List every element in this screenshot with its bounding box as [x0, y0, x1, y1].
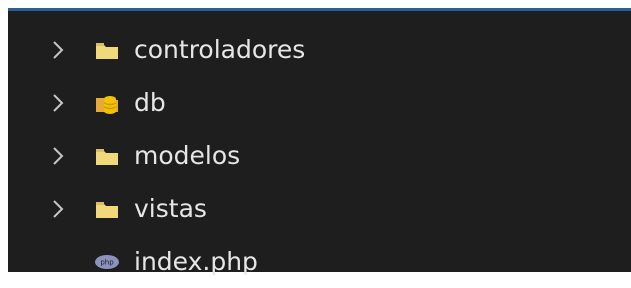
tree-item-modelos[interactable]: modelos — [8, 129, 631, 182]
svg-text:php: php — [100, 258, 114, 266]
folder-icon — [93, 142, 121, 170]
explorer-panel: controladores db modelos vistas php inde… — [8, 8, 631, 274]
chevron-right-icon[interactable] — [48, 36, 68, 64]
tree-item-controladores[interactable]: controladores — [8, 23, 631, 76]
tree-item-label: db — [134, 88, 166, 117]
tree-item-db[interactable]: db — [8, 76, 631, 129]
folder-icon — [93, 195, 121, 223]
tree-item-vistas[interactable]: vistas — [8, 182, 631, 235]
folder-icon — [93, 36, 121, 64]
chevron-right-icon[interactable] — [48, 195, 68, 223]
tree-item-label: vistas — [134, 194, 207, 223]
file-explorer: controladores db modelos vistas php inde… — [0, 0, 631, 279]
tree-item-index-php[interactable]: php index.php — [8, 235, 631, 288]
php-file-icon: php — [93, 248, 121, 276]
folder-tree: controladores db modelos vistas php inde… — [8, 23, 631, 288]
tree-item-label: index.php — [134, 247, 258, 276]
tree-item-label: modelos — [134, 141, 241, 170]
tree-item-label: controladores — [134, 35, 306, 64]
database-folder-icon — [93, 89, 121, 117]
chevron-right-icon[interactable] — [48, 89, 68, 117]
chevron-right-icon[interactable] — [48, 142, 68, 170]
